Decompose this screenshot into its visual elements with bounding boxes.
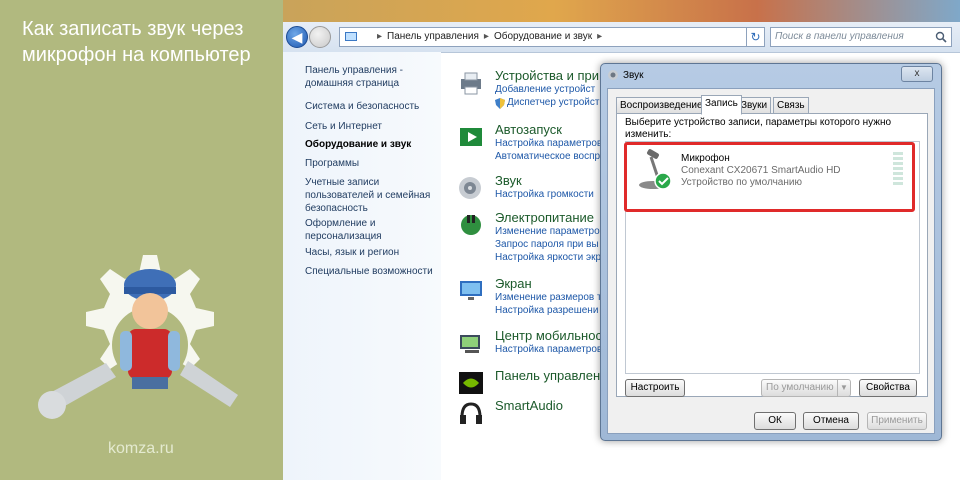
mascot-gear-icon <box>38 255 238 419</box>
category-link[interactable]: Изменение размеров т <box>495 292 602 303</box>
category-title[interactable]: Электропитание <box>495 210 594 225</box>
device-driver: Conexant CX20671 SmartAudio HD <box>681 165 841 176</box>
level-meter-icon <box>893 152 903 185</box>
category-title[interactable]: Звук <box>495 173 522 188</box>
device-item-microphone[interactable]: Микрофон Conexant CX20671 SmartAudio HD … <box>624 142 915 212</box>
category-link[interactable]: Настройка яркости экр <box>495 252 601 263</box>
chevron-right-icon: ▸ <box>597 31 603 42</box>
properties-button[interactable]: Свойства <box>859 379 917 397</box>
category-title[interactable]: Устройства и при <box>495 68 599 83</box>
tab-communications[interactable]: Связь <box>773 97 809 114</box>
sound-dialog: Звук x Воспроизведение Запись Звуки Связ… <box>600 63 942 441</box>
dialog-title: Звук <box>623 70 644 81</box>
category-title[interactable]: Экран <box>495 276 532 291</box>
tab-recording[interactable]: Запись <box>701 95 742 115</box>
sidebar-item-user-accounts[interactable]: Учетные записи пользователей и семейная … <box>305 176 435 215</box>
sidebar-item-network[interactable]: Сеть и Интернет <box>305 120 435 133</box>
search-input[interactable]: Поиск в панели управления <box>770 27 952 47</box>
recording-tab-panel: Выберите устройство записи, параметры ко… <box>616 113 928 397</box>
category-link[interactable]: Запрос пароля при вы <box>495 239 599 250</box>
sidebar-item-clock-region[interactable]: Часы, язык и регион <box>305 246 435 259</box>
breadcrumb-item[interactable]: Оборудование и звук <box>494 31 592 42</box>
promo-panel: Как записать звук через микрофон на комп… <box>0 0 283 480</box>
chevron-right-icon: ▸ <box>483 31 489 42</box>
control-panel-icon <box>345 32 357 41</box>
device-prompt: Выберите устройство записи, параметры ко… <box>625 117 892 140</box>
sidebar-item-accessibility[interactable]: Специальные возможности <box>305 265 435 278</box>
sidebar: Панель управления - домашняя страница Си… <box>283 52 441 480</box>
sound-dialog-icon <box>608 70 618 80</box>
category-link[interactable]: Настройка параметров <box>495 138 602 149</box>
category-title[interactable]: Центр мобильнос <box>495 328 602 343</box>
category-link[interactable]: Диспетчер устройст <box>507 97 599 108</box>
device-name: Микрофон <box>681 153 730 164</box>
ok-button[interactable]: ОК <box>754 412 796 430</box>
configure-button[interactable]: Настроить <box>625 379 685 397</box>
refresh-button[interactable]: ↻ <box>747 27 765 47</box>
recording-device-list: Микрофон Conexant CX20671 SmartAudio HD … <box>624 141 920 374</box>
cancel-button[interactable]: Отмена <box>803 412 859 430</box>
breadcrumb-item[interactable]: Панель управления <box>387 31 479 42</box>
category-link[interactable]: Автоматическое воспр <box>495 151 600 162</box>
category-title[interactable]: SmartAudio <box>495 398 563 413</box>
monitor-icon <box>460 281 482 300</box>
mobility-center-icon <box>460 335 480 353</box>
category-link[interactable]: Настройка параметров <box>495 344 602 355</box>
sidebar-item-programs[interactable]: Программы <box>305 157 435 170</box>
address-bar: ◀ ▸ Панель управления ▸ Оборудование и звук… <box>283 22 960 53</box>
headphones-icon <box>460 402 482 424</box>
chevron-right-icon: ▸ <box>377 31 383 42</box>
search-placeholder: Поиск в панели управления <box>775 31 904 42</box>
sidebar-item-hardware-sound[interactable]: Оборудование и звук <box>305 138 435 151</box>
category-link[interactable]: Настройка разрешени <box>495 305 598 316</box>
window-titlebar <box>283 0 960 22</box>
breadcrumb[interactable]: ▸ Панель управления ▸ Оборудование и звук ▸ <box>339 27 747 47</box>
set-default-dropdown[interactable]: По умолчанию ▼ <box>761 379 851 397</box>
category-link[interactable]: Изменение параметров <box>495 226 605 237</box>
promo-title: Как записать звук через микрофон на комп… <box>22 18 251 66</box>
microphone-icon <box>639 149 672 190</box>
promo-site-url: komza.ru <box>108 440 174 457</box>
shield-icon <box>495 98 505 109</box>
autoplay-icon <box>460 128 482 146</box>
category-title[interactable]: Панель управлени <box>495 368 607 383</box>
apply-button[interactable]: Применить <box>867 412 927 430</box>
device-status: Устройство по умолчанию <box>681 177 802 188</box>
chevron-down-icon: ▼ <box>837 380 850 396</box>
back-button[interactable]: ◀ <box>286 26 308 48</box>
set-default-label: По умолчанию <box>766 382 834 393</box>
forward-button[interactable] <box>309 26 331 48</box>
nvidia-icon <box>459 372 483 394</box>
sidebar-home-link[interactable]: Панель управления - домашняя страница <box>305 64 435 90</box>
tab-sounds[interactable]: Звуки <box>737 97 772 114</box>
speaker-icon <box>459 177 481 199</box>
category-title[interactable]: Автозапуск <box>495 122 562 137</box>
dialog-body: Воспроизведение Запись Звуки Связь Выбер… <box>607 88 935 434</box>
tab-playback[interactable]: Воспроизведение <box>616 97 707 114</box>
category-link[interactable]: Добавление устройст <box>495 84 595 95</box>
close-button[interactable]: x <box>901 66 933 82</box>
printer-icon <box>461 72 481 95</box>
search-icon <box>935 31 947 43</box>
sidebar-item-system-security[interactable]: Система и безопасность <box>305 100 435 113</box>
sidebar-item-appearance[interactable]: Оформление и персонализация <box>305 217 435 243</box>
power-plug-icon <box>461 215 481 235</box>
category-link[interactable]: Настройка громкости <box>495 189 594 200</box>
